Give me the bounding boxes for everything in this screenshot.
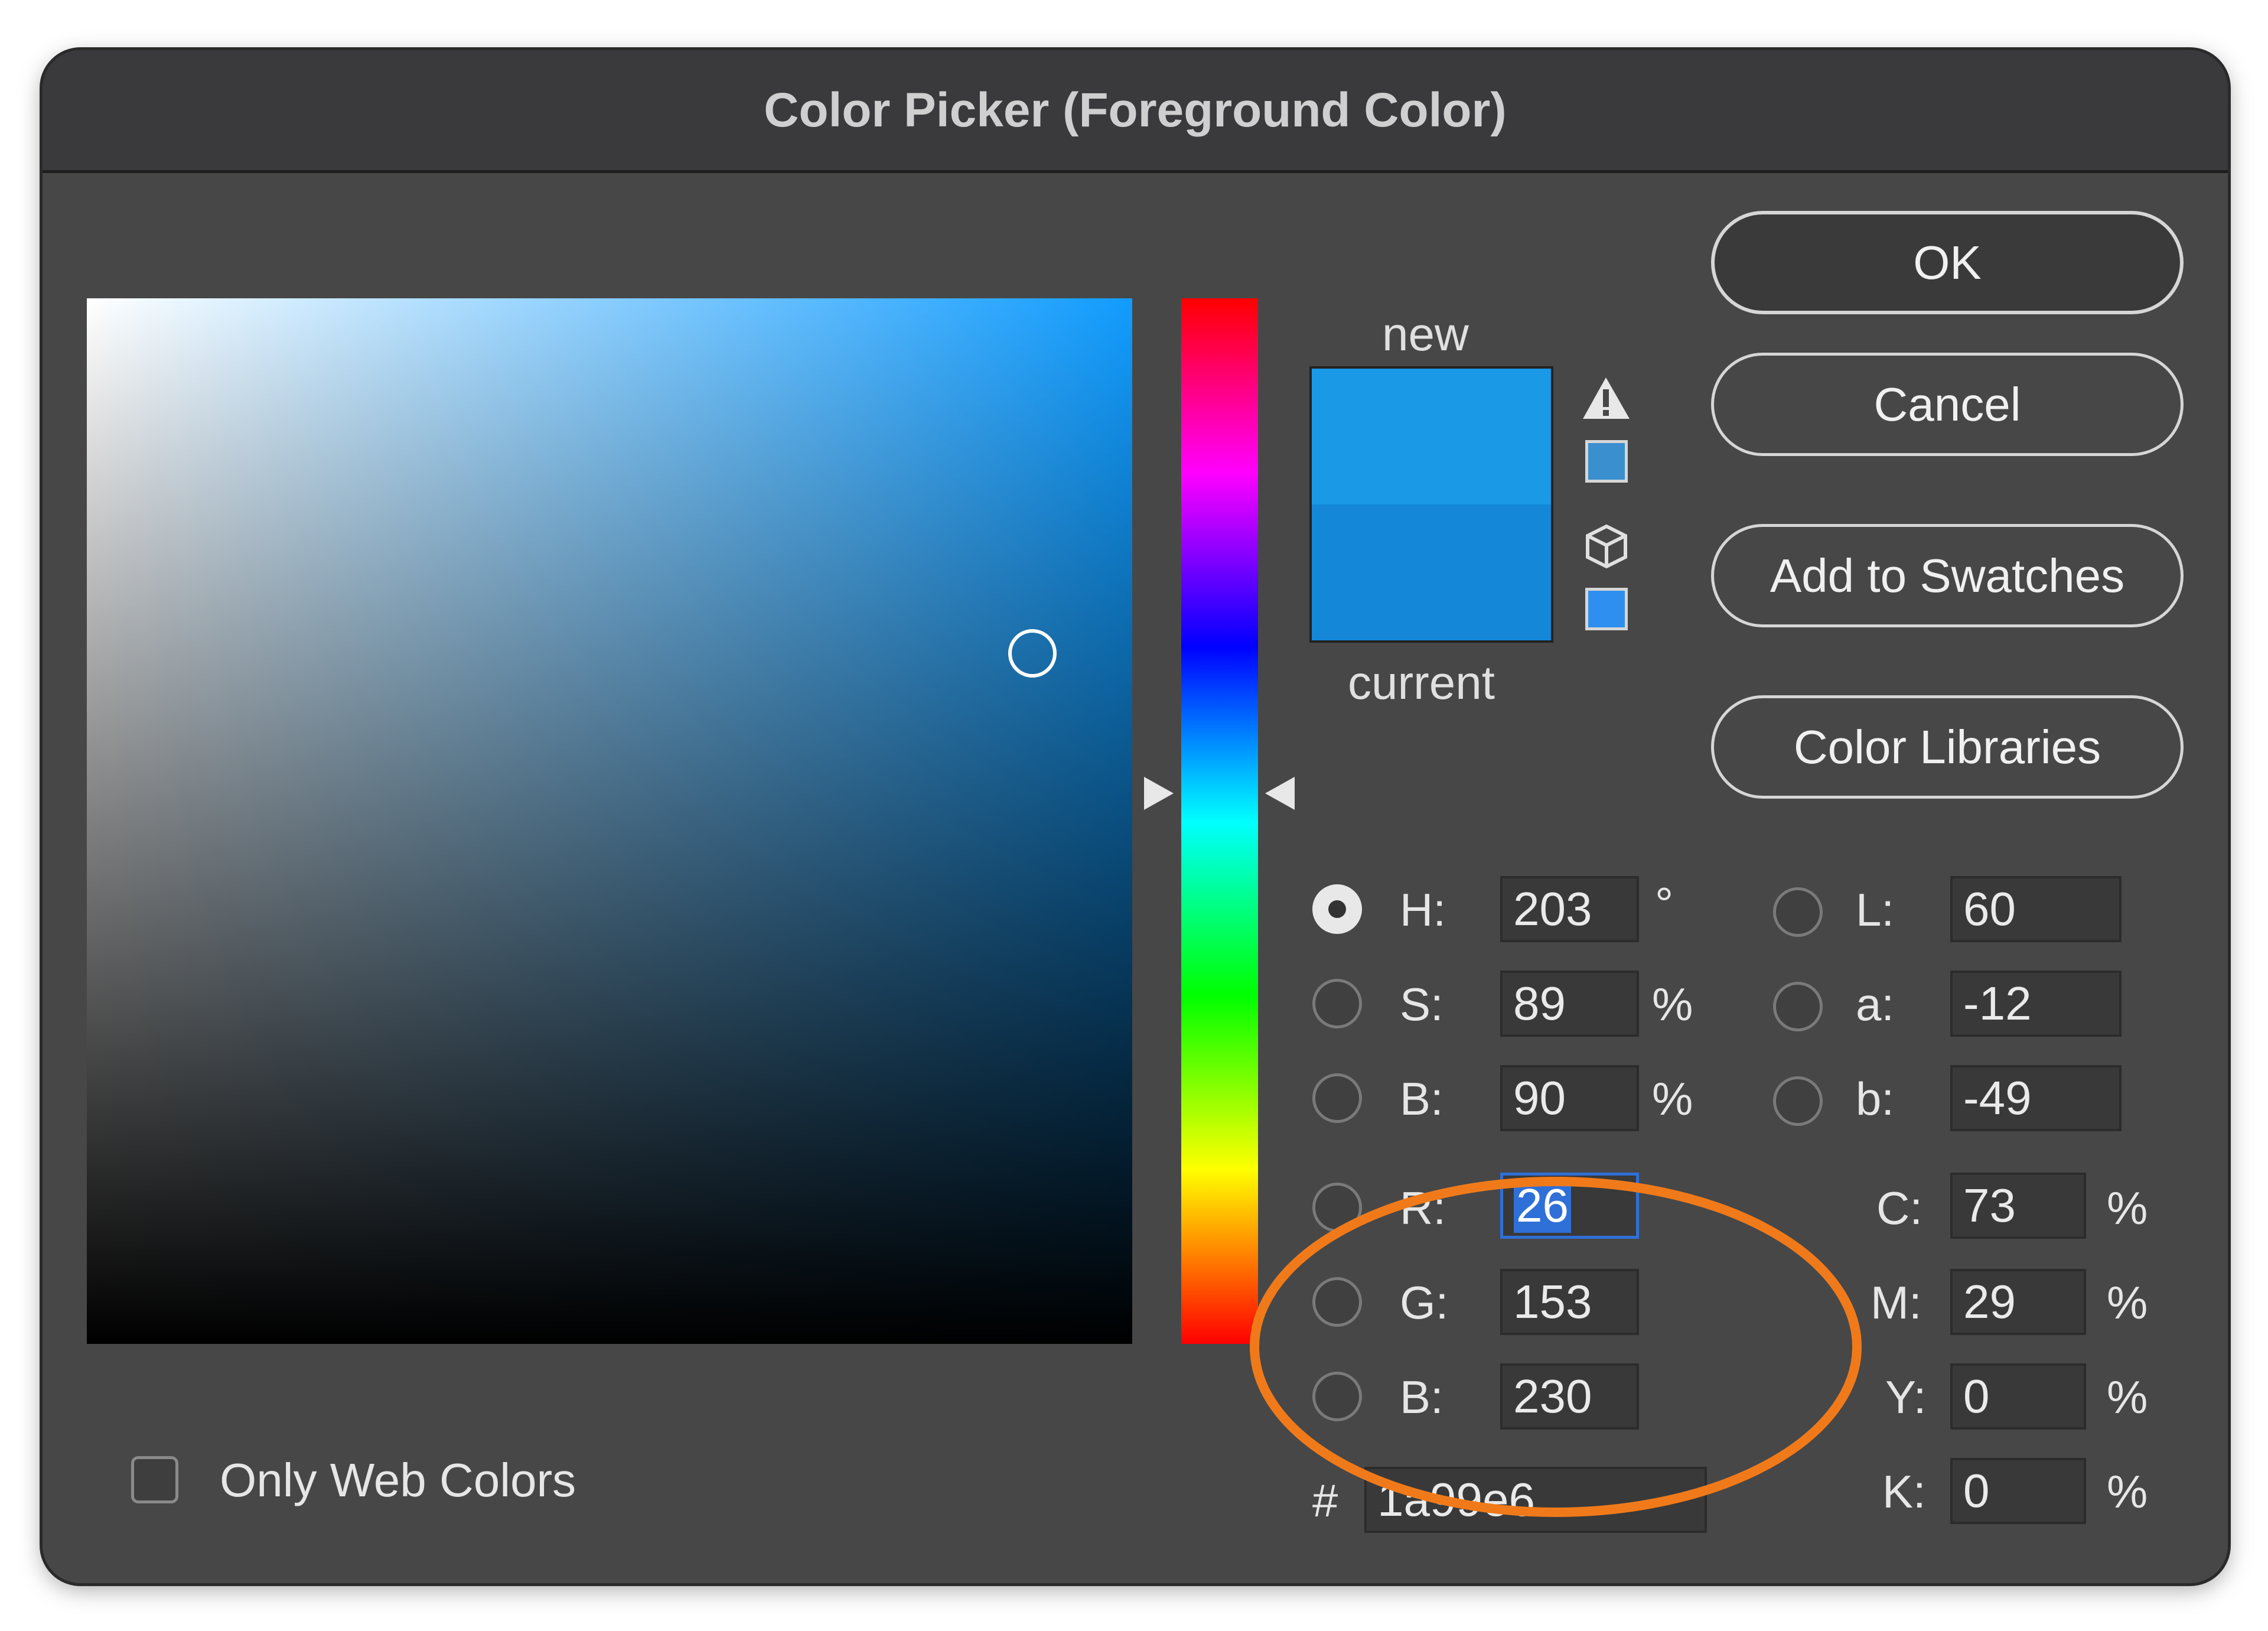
web-safe-cube-icon (1586, 524, 1627, 569)
red-radio[interactable] (1312, 1183, 1362, 1232)
green-label: G: (1400, 1277, 1449, 1329)
key-black-unit: % (2107, 1466, 2148, 1518)
hue-slider-left-handle-icon[interactable] (1144, 777, 1174, 810)
saturation-radio[interactable] (1312, 979, 1362, 1028)
hue-slider[interactable] (1181, 298, 1258, 1344)
hue-slider-right-handle-icon[interactable] (1265, 777, 1295, 810)
lab-a-input[interactable]: -12 (1950, 971, 2122, 1037)
blue-radio[interactable] (1312, 1372, 1362, 1421)
brightness-input[interactable]: 90 (1500, 1065, 1639, 1131)
brightness-unit: % (1652, 1073, 1693, 1125)
lab-b-radio[interactable] (1773, 1076, 1823, 1126)
hue-unit: ° (1655, 878, 1674, 930)
cyan-input[interactable]: 73 (1950, 1173, 2086, 1239)
green-radio[interactable] (1312, 1277, 1362, 1327)
red-input-selected-text: 26 (1514, 1179, 1571, 1233)
key-black-input[interactable]: 0 (1950, 1458, 2086, 1524)
cyan-label: C: (1876, 1182, 1922, 1234)
dialog-title: Color Picker (Foreground Color) (764, 83, 1507, 137)
only-web-colors-label: Only Web Colors (220, 1454, 576, 1506)
magenta-unit: % (2107, 1277, 2148, 1329)
color-field-marker[interactable] (1008, 629, 1057, 678)
new-color-swatch (1312, 369, 1551, 504)
hex-label: # (1312, 1474, 1338, 1526)
lab-a-label: a: (1856, 978, 1895, 1030)
hue-radio[interactable] (1312, 884, 1362, 934)
hue-label: H: (1400, 884, 1446, 936)
magenta-label: M: (1871, 1277, 1922, 1329)
hue-input[interactable]: 203 (1500, 876, 1639, 942)
yellow-input[interactable]: 0 (1950, 1363, 2086, 1430)
new-color-label: new (1382, 308, 1469, 360)
cyan-unit: % (2107, 1182, 2148, 1234)
lab-b-label: b: (1856, 1073, 1895, 1125)
cancel-button[interactable]: Cancel (1711, 353, 2184, 456)
gamut-color-swatch[interactable] (1585, 440, 1628, 483)
brightness-label: B: (1400, 1073, 1443, 1125)
red-label: R: (1400, 1182, 1446, 1234)
color-field[interactable] (87, 298, 1132, 1344)
lab-l-label: L: (1856, 884, 1895, 936)
web-safe-color-swatch[interactable] (1585, 588, 1628, 630)
lab-a-radio[interactable] (1773, 982, 1823, 1031)
saturation-unit: % (1652, 978, 1693, 1030)
add-to-swatches-button[interactable]: Add to Swatches (1711, 524, 2184, 627)
lab-b-input[interactable]: -49 (1950, 1065, 2122, 1131)
blue-input[interactable]: 230 (1500, 1363, 1639, 1430)
gamut-warning-icon (1583, 377, 1630, 419)
yellow-label: Y: (1885, 1371, 1927, 1423)
lab-l-radio[interactable] (1773, 887, 1823, 937)
red-input[interactable]: 26 (1500, 1173, 1639, 1239)
title-bar: Color Picker (Foreground Color) (43, 50, 2228, 173)
key-black-label: K: (1882, 1466, 1926, 1518)
yellow-unit: % (2107, 1371, 2148, 1423)
lab-l-input[interactable]: 60 (1950, 876, 2122, 942)
color-libraries-button[interactable]: Color Libraries (1711, 695, 2184, 799)
saturation-input[interactable]: 89 (1500, 971, 1639, 1037)
magenta-input[interactable]: 29 (1950, 1269, 2086, 1335)
green-input[interactable]: 153 (1500, 1269, 1639, 1335)
hex-input[interactable]: 1a99e6 (1364, 1467, 1707, 1533)
only-web-colors-checkbox[interactable] (131, 1456, 178, 1503)
current-color-swatch[interactable] (1312, 504, 1551, 640)
blue-label: B: (1400, 1371, 1443, 1423)
current-color-label: current (1348, 656, 1495, 709)
color-picker-dialog: Color Picker (Foreground Color) new curr… (43, 50, 2228, 1583)
ok-button[interactable]: OK (1711, 211, 2184, 314)
brightness-radio[interactable] (1312, 1073, 1362, 1123)
color-preview (1309, 366, 1553, 643)
saturation-label: S: (1400, 978, 1443, 1030)
